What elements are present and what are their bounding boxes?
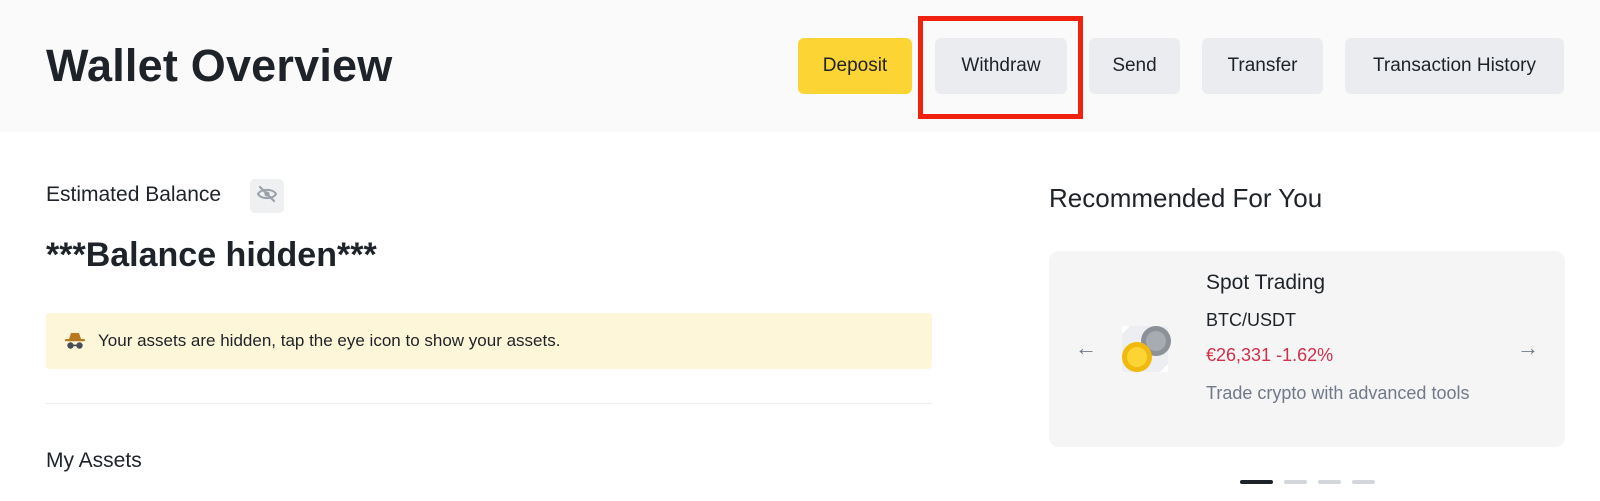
page-title: Wallet Overview bbox=[46, 40, 393, 91]
trading-pair: BTC/USDT bbox=[1206, 310, 1296, 330]
toggle-balance-visibility-button[interactable] bbox=[250, 179, 284, 213]
carousel-indicators bbox=[1240, 480, 1375, 484]
transfer-button[interactable]: Transfer bbox=[1202, 38, 1323, 94]
section-divider bbox=[46, 403, 932, 404]
transaction-history-button[interactable]: Transaction History bbox=[1345, 38, 1564, 94]
balance-value: ***Balance hidden*** bbox=[46, 236, 377, 274]
carousel-dot[interactable] bbox=[1284, 480, 1307, 484]
withdraw-button[interactable]: Withdraw bbox=[935, 38, 1067, 94]
carousel-dot[interactable] bbox=[1318, 480, 1341, 484]
notice-text: Your assets are hidden, tap the eye icon… bbox=[98, 331, 561, 350]
arrow-left-icon[interactable]: ← bbox=[1075, 337, 1097, 359]
card-title: Spot Trading bbox=[1206, 271, 1326, 294]
card-description: Trade crypto with advanced tools bbox=[1206, 383, 1470, 403]
incognito-icon bbox=[64, 332, 86, 350]
estimated-balance-label: Estimated Balance bbox=[46, 183, 222, 206]
carousel-dot[interactable] bbox=[1240, 480, 1273, 484]
recommended-heading: Recommended For You bbox=[1049, 183, 1323, 213]
carousel-dot[interactable] bbox=[1352, 480, 1375, 484]
send-button[interactable]: Send bbox=[1089, 38, 1180, 94]
price-change: €26,331 -1.62% bbox=[1206, 345, 1334, 365]
arrow-right-icon[interactable]: → bbox=[1517, 337, 1539, 359]
eye-slash-icon bbox=[256, 185, 278, 208]
hidden-assets-notice: Your assets are hidden, tap the eye icon… bbox=[46, 313, 932, 369]
recommendation-card[interactable]: ← → Spot Trading BTC/USDT €26,331 -1.62%… bbox=[1049, 251, 1565, 447]
my-assets-heading: My Assets bbox=[46, 449, 142, 472]
coins-icon bbox=[1120, 322, 1176, 376]
deposit-button[interactable]: Deposit bbox=[798, 38, 912, 94]
